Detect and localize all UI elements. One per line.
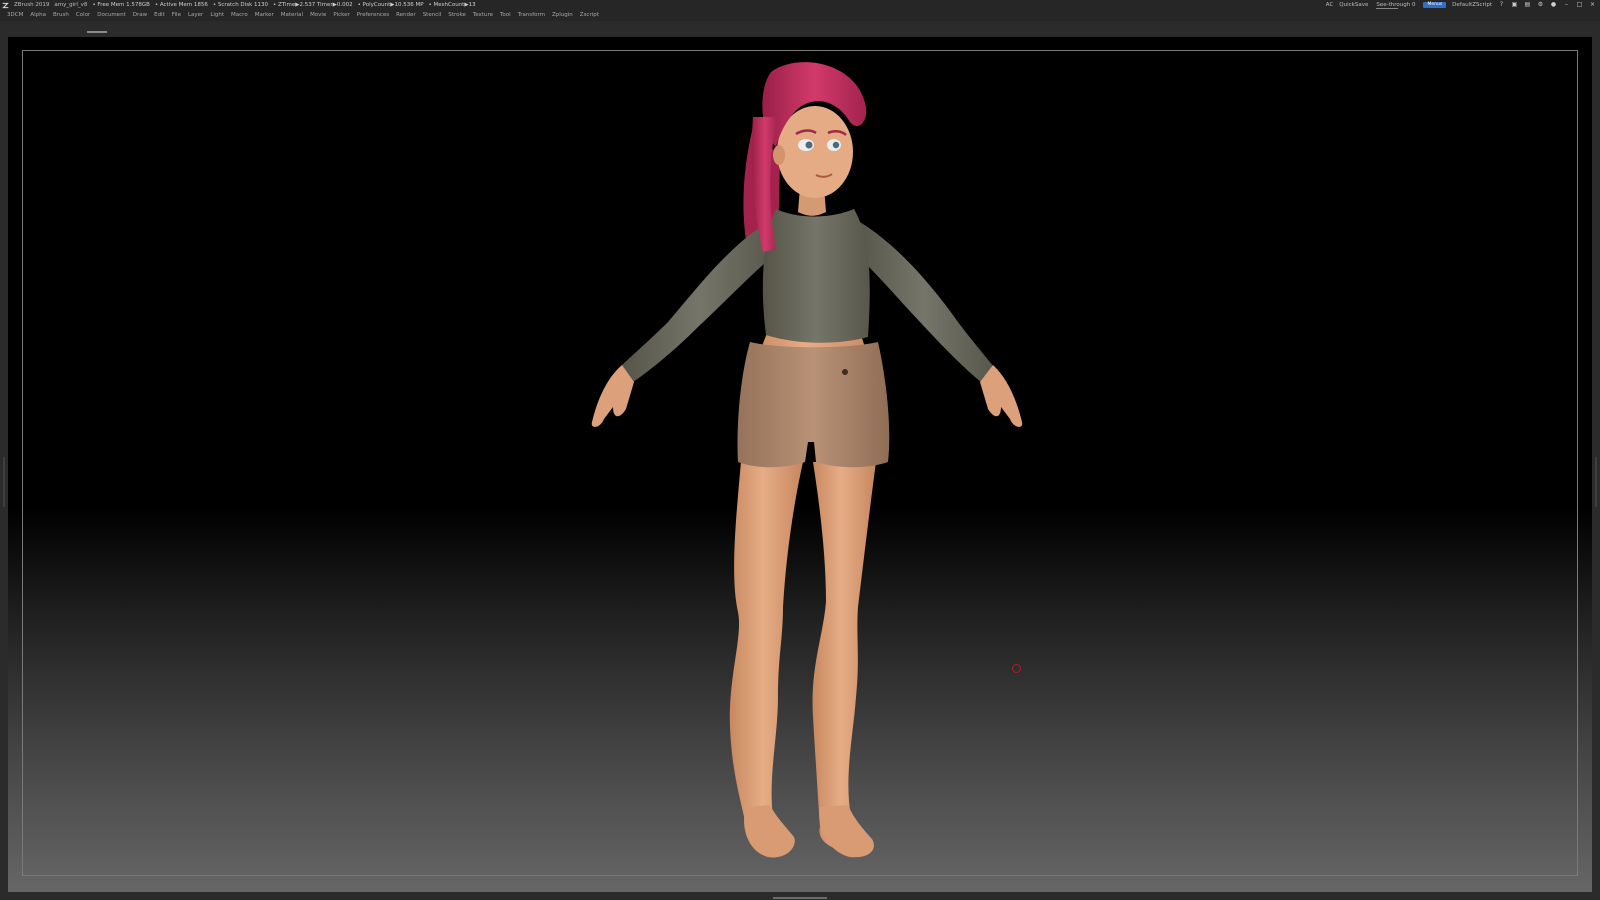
ear — [773, 145, 785, 165]
shorts — [737, 342, 890, 468]
title-right: AC QuickSave See-through 0 Menus Default… — [1326, 0, 1596, 10]
menu-color[interactable]: Color — [76, 10, 90, 21]
menu-picker[interactable]: Picker — [333, 10, 349, 21]
minimize-icon[interactable]: – — [1563, 0, 1570, 10]
left-leg — [729, 462, 803, 850]
menu-alpha[interactable]: Alpha — [30, 10, 46, 21]
head — [777, 106, 853, 198]
active-mem-stat: • Active Mem 1856 — [154, 2, 208, 8]
meshcount-stat: • MeshCount▶13 — [428, 2, 476, 8]
window-icon[interactable]: ▣ — [1511, 0, 1518, 10]
menu-document[interactable]: Document — [97, 10, 126, 21]
menu-texture[interactable]: Texture — [473, 10, 493, 21]
menu-brush[interactable]: Brush — [53, 10, 69, 21]
left-hand — [591, 365, 634, 427]
right-leg — [812, 462, 876, 850]
zbrush-logo-icon[interactable] — [2, 2, 9, 9]
bottom-tray-handle[interactable] — [773, 897, 827, 899]
menu-draw[interactable]: Draw — [133, 10, 147, 21]
file-name: amy_girl_v8 — [54, 2, 88, 8]
scratch-disk-stat: • Scratch Disk 1130 — [212, 2, 268, 8]
character-model[interactable] — [8, 37, 1592, 892]
document-canvas[interactable] — [8, 37, 1592, 892]
menu-stencil[interactable]: Stencil — [423, 10, 442, 21]
left-foot — [744, 805, 795, 858]
left-tray — [0, 37, 8, 892]
crop-top — [762, 209, 870, 343]
shelf-drag-handle[interactable] — [87, 31, 107, 33]
menu-marker[interactable]: Marker — [255, 10, 274, 21]
menu-file[interactable]: File — [172, 10, 181, 21]
quicksave-button[interactable]: QuickSave — [1339, 0, 1368, 10]
ztime-stat: • ZTime▶2.537 Timer▶0.002 — [273, 2, 353, 8]
settings-icon[interactable]: ⚙ — [1537, 0, 1544, 10]
menu-stroke[interactable]: Stroke — [448, 10, 466, 21]
right-foot — [819, 805, 874, 858]
polycount-stat: • PolyCount▶10.536 MP — [357, 2, 424, 8]
help-icon[interactable]: ? — [1498, 0, 1505, 10]
brush-cursor — [1012, 664, 1021, 673]
right-tray — [1592, 37, 1600, 892]
menu-material[interactable]: Material — [281, 10, 303, 21]
right-tray-grip[interactable] — [1595, 457, 1597, 507]
menu-edit[interactable]: Edit — [154, 10, 165, 21]
menu-bar: 3DCM Alpha Brush Color Document Draw Edi… — [0, 10, 1600, 21]
restore-icon[interactable]: □ — [1576, 0, 1583, 10]
menu-tool[interactable]: Tool — [500, 10, 511, 21]
menu-zscript[interactable]: Zscript — [580, 10, 599, 21]
menu-light[interactable]: Light — [210, 10, 224, 21]
app-title: ZBrush 2019 — [14, 2, 50, 8]
default-zscript-button[interactable]: DefaultZScript — [1452, 0, 1492, 10]
menu-movie[interactable]: Movie — [310, 10, 326, 21]
bottom-tray — [0, 892, 1600, 900]
lock-icon[interactable]: ● — [1550, 0, 1557, 10]
menu-preferences[interactable]: Preferences — [357, 10, 389, 21]
see-through-slider[interactable]: See-through 0 — [1374, 0, 1417, 10]
menu-layer[interactable]: Layer — [188, 10, 203, 21]
close-icon[interactable]: × — [1589, 0, 1596, 10]
see-through-track — [1376, 7, 1399, 9]
menus-button[interactable]: Menus — [1423, 2, 1447, 8]
ac-button[interactable]: AC — [1326, 0, 1334, 10]
shorts-button — [842, 369, 848, 375]
menu-3dcm[interactable]: 3DCM — [7, 10, 23, 21]
layout-icon[interactable]: ▤ — [1524, 0, 1531, 10]
menu-zplugin[interactable]: Zplugin — [552, 10, 573, 21]
menu-render[interactable]: Render — [396, 10, 416, 21]
menu-macro[interactable]: Macro — [231, 10, 248, 21]
title-left: ZBrush 2019 amy_girl_v8 • Free Mem 1.578… — [2, 0, 476, 10]
left-tray-grip[interactable] — [3, 457, 5, 507]
menu-transform[interactable]: Transform — [518, 10, 545, 21]
free-mem-stat: • Free Mem 1.578GB — [92, 2, 150, 8]
title-bar: ZBrush 2019 amy_girl_v8 • Free Mem 1.578… — [0, 0, 1600, 10]
top-shelf — [0, 21, 1600, 37]
right-hand — [980, 365, 1023, 427]
